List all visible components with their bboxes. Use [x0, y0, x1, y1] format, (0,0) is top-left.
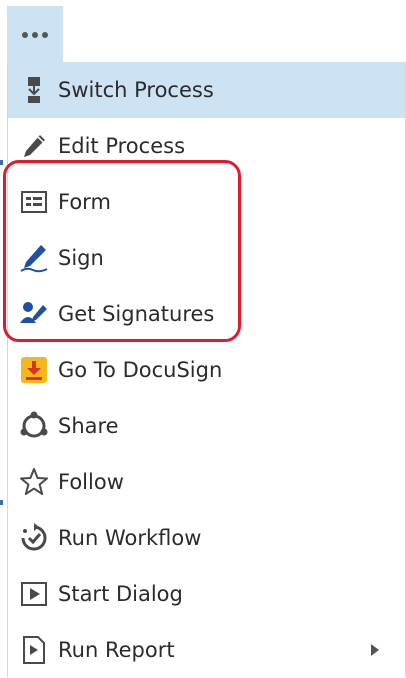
menu-item-label: Run Workflow: [58, 526, 202, 550]
menu-item-start-dialog[interactable]: Start Dialog: [8, 566, 405, 622]
background-edge-mark: [0, 500, 3, 505]
submenu-arrow-icon: [371, 644, 379, 656]
switch-process-icon: [18, 74, 50, 106]
more-options-button[interactable]: [7, 6, 63, 64]
menu-item-label: Sign: [58, 246, 104, 270]
menu-item-label: Follow: [58, 470, 124, 494]
play-dialog-icon: [18, 578, 50, 610]
menu-item-label: Go To DocuSign: [58, 358, 223, 382]
dropdown-menu: Switch Process Edit Process Form Sign Ge…: [7, 62, 406, 677]
background-edge-mark: [0, 160, 3, 165]
form-icon: [18, 186, 50, 218]
menu-item-label: Get Signatures: [58, 302, 215, 326]
menu-item-sign[interactable]: Sign: [8, 230, 405, 286]
menu-item-label: Start Dialog: [58, 582, 183, 606]
sign-pen-icon: [18, 242, 50, 274]
report-icon: [18, 634, 50, 666]
menu-item-edit-process[interactable]: Edit Process: [8, 118, 405, 174]
menu-item-get-signatures[interactable]: Get Signatures: [8, 286, 405, 342]
menu-item-follow[interactable]: Follow: [8, 454, 405, 510]
menu-item-run-workflow[interactable]: Run Workflow: [8, 510, 405, 566]
menu-item-go-to-docusign[interactable]: Go To DocuSign: [8, 342, 405, 398]
menu-item-form[interactable]: Form: [8, 174, 405, 230]
ellipsis-icon: [22, 32, 48, 38]
menu-item-run-report[interactable]: Run Report: [8, 622, 405, 678]
docusign-icon: [18, 354, 50, 386]
workflow-icon: [18, 522, 50, 554]
menu-item-label: Edit Process: [58, 134, 186, 158]
menu-item-share[interactable]: Share: [8, 398, 405, 454]
menu-item-switch-process[interactable]: Switch Process: [8, 62, 405, 118]
pencil-icon: [18, 130, 50, 162]
menu-item-label: Run Report: [58, 638, 175, 662]
menu-item-label: Form: [58, 190, 111, 214]
star-icon: [18, 466, 50, 498]
share-icon: [18, 410, 50, 442]
menu-item-label: Share: [58, 414, 119, 438]
menu-item-label: Switch Process: [58, 78, 214, 102]
get-signatures-icon: [18, 298, 50, 330]
